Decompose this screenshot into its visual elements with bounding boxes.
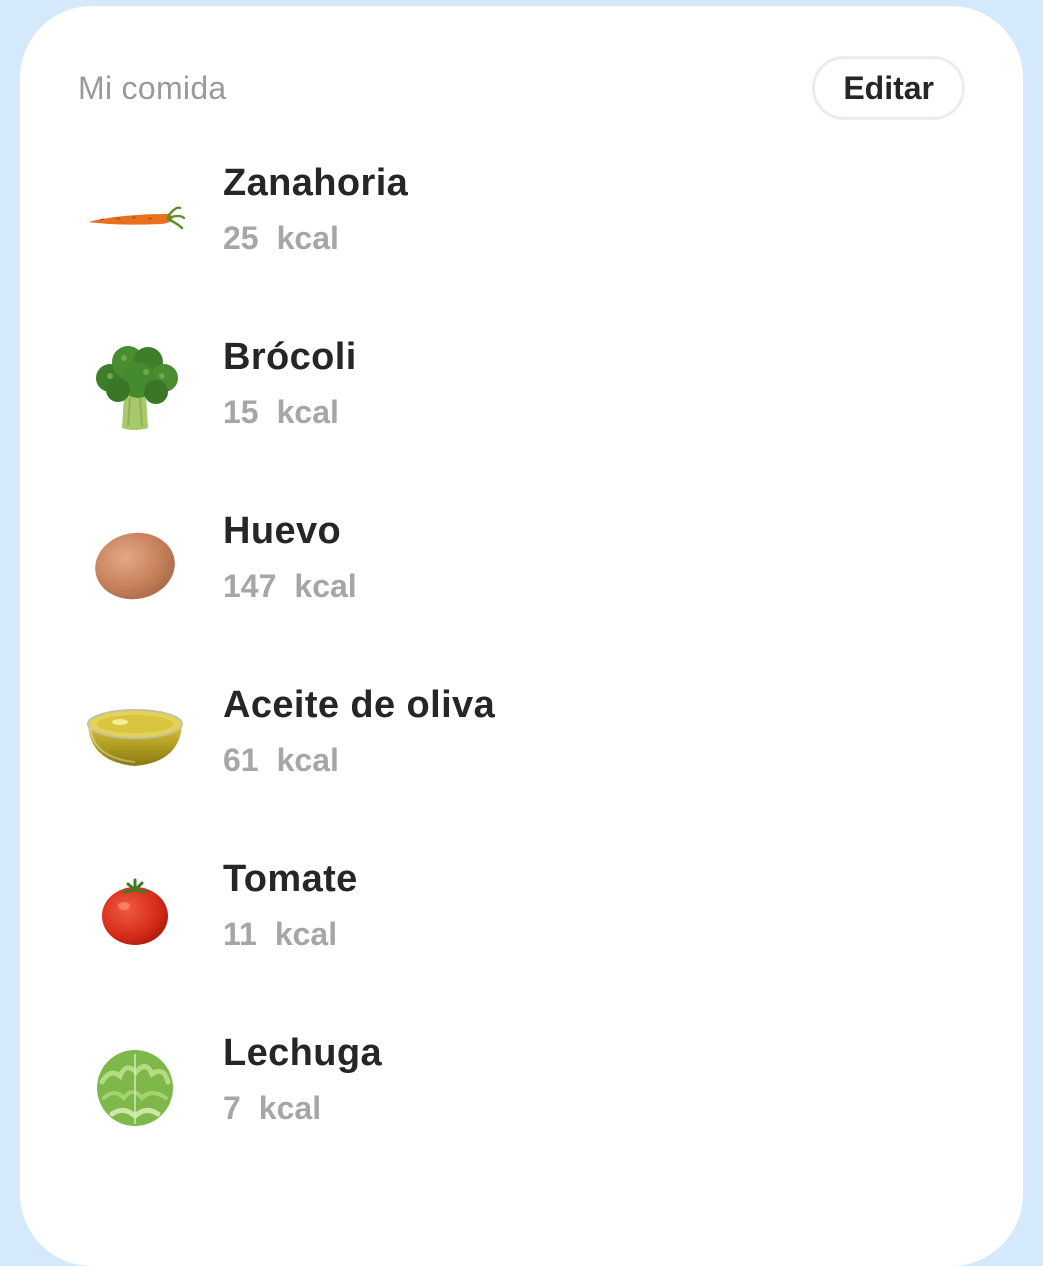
food-kcal: 15 kcal xyxy=(223,394,339,431)
kcal-value: 25 xyxy=(223,220,259,256)
my-food-card: Mi comida Editar Zanahoria 25 kcal Bróco… xyxy=(20,6,1023,1266)
kcal-value: 147 xyxy=(223,568,277,604)
broccoli-icon xyxy=(80,336,190,446)
edit-button[interactable]: Editar xyxy=(812,56,965,120)
card-header: Mi comida Editar xyxy=(78,54,965,122)
food-kcal: 25 kcal xyxy=(223,220,339,257)
kcal-unit: kcal xyxy=(258,1090,322,1126)
kcal-value: 15 xyxy=(223,394,259,430)
food-item-olive-oil[interactable]: Aceite de oliva 61 kcal xyxy=(80,684,960,804)
food-item-carrot[interactable]: Zanahoria 25 kcal xyxy=(80,162,960,282)
lettuce-icon xyxy=(80,1032,190,1142)
kcal-unit: kcal xyxy=(276,394,339,430)
food-kcal: 147 kcal xyxy=(223,568,357,605)
egg-icon xyxy=(80,510,190,620)
food-item-tomato[interactable]: Tomate 11 kcal xyxy=(80,858,960,978)
food-kcal: 7 kcal xyxy=(223,1090,321,1127)
food-name: Zanahoria xyxy=(223,162,409,204)
food-name: Lechuga xyxy=(223,1032,383,1074)
food-name: Aceite de oliva xyxy=(223,684,496,726)
food-item-broccoli[interactable]: Brócoli 15 kcal xyxy=(80,336,960,456)
kcal-value: 61 xyxy=(223,742,259,778)
tomato-icon xyxy=(80,858,190,968)
kcal-unit: kcal xyxy=(276,220,339,256)
kcal-unit: kcal xyxy=(294,568,357,604)
kcal-unit: kcal xyxy=(274,916,338,952)
olive-oil-bowl-icon xyxy=(80,684,190,794)
food-name: Tomate xyxy=(223,858,358,900)
food-name: Brócoli xyxy=(223,336,357,378)
food-item-lettuce[interactable]: Lechuga 7 kcal xyxy=(80,1032,960,1152)
kcal-value: 11 xyxy=(223,916,257,952)
kcal-unit: kcal xyxy=(276,742,339,778)
food-kcal: 11 kcal xyxy=(223,916,337,953)
food-name: Huevo xyxy=(223,510,342,552)
food-kcal: 61 kcal xyxy=(223,742,339,779)
carrot-icon xyxy=(80,162,190,272)
food-item-egg[interactable]: Huevo 147 kcal xyxy=(80,510,960,630)
card-title: Mi comida xyxy=(78,69,227,106)
kcal-value: 7 xyxy=(223,1090,241,1126)
